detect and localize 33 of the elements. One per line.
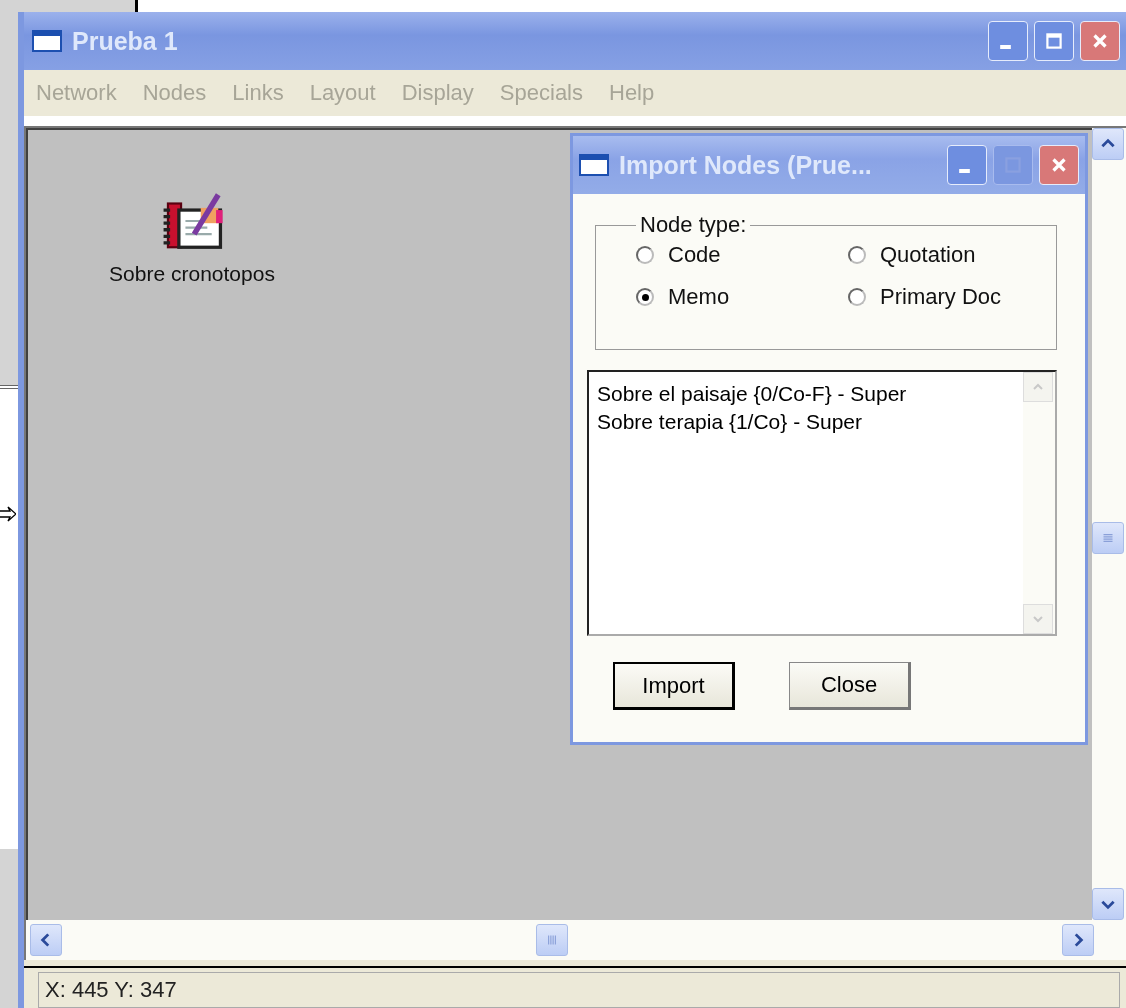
scroll-down-button[interactable] (1092, 888, 1124, 920)
dialog-title: Import Nodes (Prue... (619, 150, 873, 180)
dialog-button[interactable]: Import (613, 662, 735, 710)
vertical-scrollbar[interactable] (1092, 128, 1126, 920)
radio-label[interactable]: Quotation (880, 242, 976, 268)
maximize-icon (1043, 30, 1065, 52)
radio-button[interactable] (848, 246, 866, 264)
horizontal-scrollbar[interactable] (26, 920, 1126, 960)
minimize-icon (999, 45, 1011, 49)
window-title: Prueba 1 (72, 26, 179, 56)
radio-label[interactable]: Primary Doc (880, 284, 1001, 310)
scroll-thumb[interactable] (536, 924, 568, 956)
dialog-button[interactable]: Close (789, 662, 911, 710)
list-item[interactable]: Sobre terapia {1/Co} - Super (597, 408, 1015, 436)
minimize-icon (958, 169, 970, 173)
radio-label[interactable]: Memo (668, 284, 730, 310)
window-icon (32, 30, 62, 52)
radio-button[interactable] (636, 246, 654, 264)
scroll-thumb[interactable] (1092, 522, 1124, 554)
window-icon (579, 154, 609, 176)
list-item[interactable]: Sobre el paisaje {0/Co-F} - Super (597, 380, 1015, 408)
group-label: Node type: (639, 212, 748, 238)
status-text: X: 445 Y: 347 (38, 972, 1120, 1008)
scroll-up-button[interactable] (1092, 128, 1124, 160)
radio-button[interactable] (636, 288, 654, 306)
scroll-right-button[interactable] (1062, 924, 1094, 956)
scroll-left-button[interactable] (30, 924, 62, 956)
minimize-button[interactable] (947, 145, 987, 185)
radio-label[interactable]: Code (668, 242, 721, 268)
node-list[interactable]: Sobre el paisaje {0/Co-F} - Super Sobre terapia {1/Co} - Super (587, 370, 1057, 636)
close-button[interactable] (1039, 145, 1079, 185)
node-label[interactable]: Sobre cronotopos (109, 262, 275, 286)
radio-button[interactable] (848, 288, 866, 306)
